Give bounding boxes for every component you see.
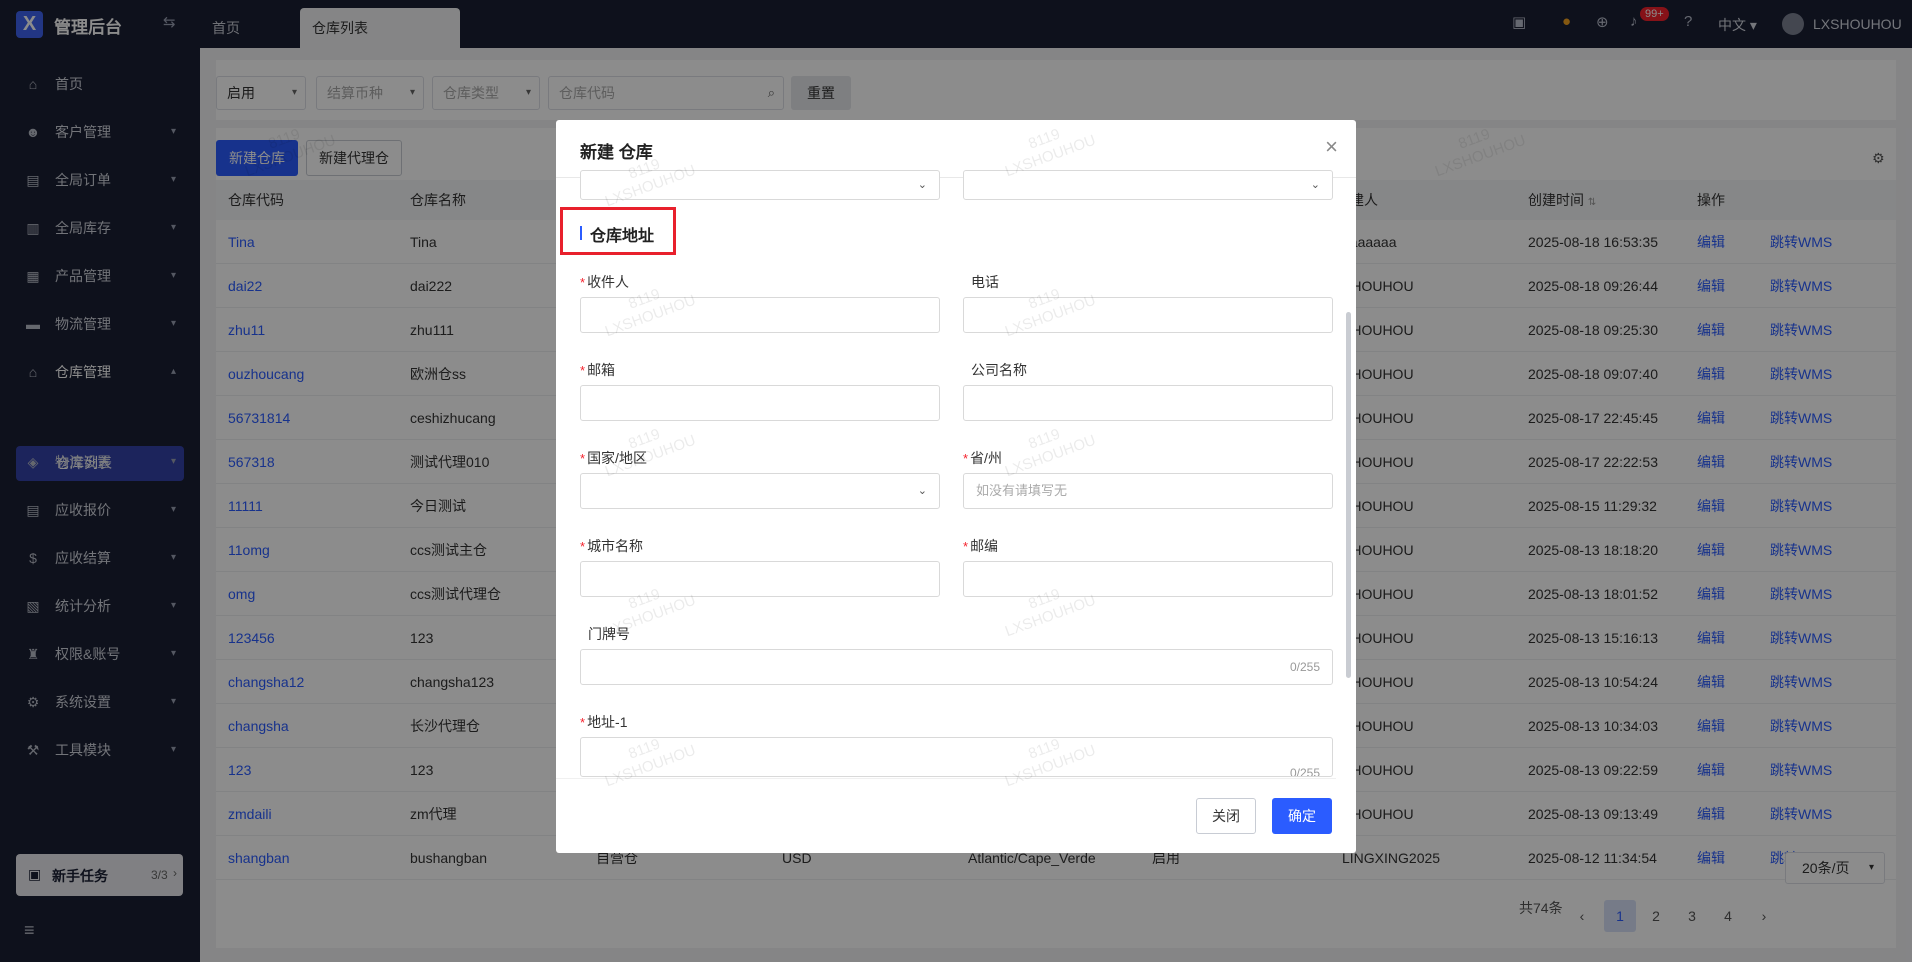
- phone-label: 电话: [971, 274, 999, 290]
- required-mark: *: [580, 715, 586, 730]
- address1-label-text: 地址-1: [587, 714, 628, 730]
- required-mark: *: [963, 539, 969, 554]
- warehouse-address-section: 仓库地址: [560, 207, 676, 255]
- chevron-down-icon: ⌄: [1310, 179, 1320, 191]
- province-placeholder: 如没有请填写无: [976, 483, 1068, 498]
- postcode-label: * 邮编: [963, 536, 998, 556]
- city-input[interactable]: [580, 561, 940, 597]
- dialog-footer-divider: [556, 778, 1336, 779]
- recipient-label-text: 收件人: [587, 274, 630, 290]
- address1-label: * 地址-1: [580, 712, 628, 732]
- company-input[interactable]: [963, 385, 1333, 421]
- required-mark: *: [580, 363, 586, 378]
- close-icon[interactable]: ×: [1325, 134, 1338, 160]
- house-number-input[interactable]: 0/255: [580, 649, 1333, 685]
- province-label: * 省/州: [963, 448, 1002, 468]
- house-number-counter: 0/255: [1289, 660, 1320, 674]
- company-label: 公司名称: [971, 362, 1027, 378]
- section-title: 仓库地址: [590, 228, 655, 245]
- chevron-down-icon: ⌄: [917, 485, 927, 497]
- dialog-title: 新建 仓库: [580, 143, 653, 162]
- email-input[interactable]: [580, 385, 940, 421]
- required-mark: *: [580, 539, 586, 554]
- email-label-text: 邮箱: [587, 362, 616, 378]
- required-mark: *: [580, 451, 586, 466]
- required-mark: *: [963, 451, 969, 466]
- city-label: * 城市名称: [580, 536, 643, 556]
- confirm-button[interactable]: 确定: [1272, 798, 1332, 834]
- country-select[interactable]: ⌄: [580, 473, 940, 509]
- email-label: * 邮箱: [580, 360, 615, 380]
- recipient-label: * 收件人: [580, 272, 629, 292]
- postcode-label-text: 邮编: [970, 538, 999, 554]
- section-accent-bar: [580, 226, 582, 240]
- city-label-text: 城市名称: [587, 538, 644, 554]
- close-button[interactable]: 关闭: [1196, 798, 1256, 834]
- address1-counter: 0/255: [1289, 766, 1320, 777]
- chevron-down-icon: ⌄: [917, 179, 927, 191]
- dialog-scrollbar[interactable]: [1346, 312, 1351, 678]
- province-input[interactable]: 如没有请填写无: [963, 473, 1333, 509]
- postcode-input[interactable]: [963, 561, 1333, 597]
- province-label-text: 省/州: [970, 450, 1002, 466]
- required-mark: *: [580, 275, 586, 290]
